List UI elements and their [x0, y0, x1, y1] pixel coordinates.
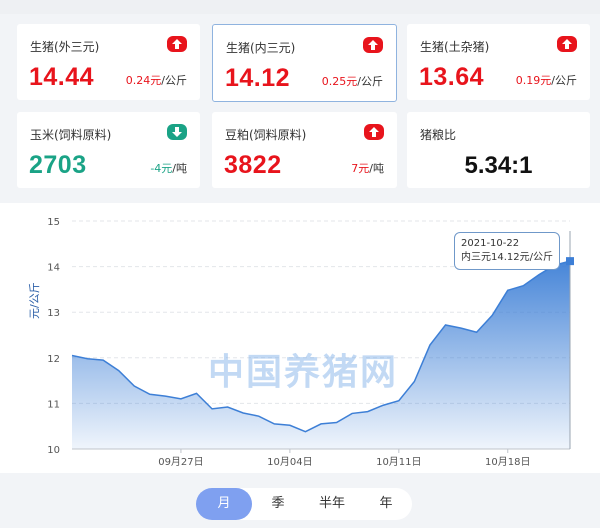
change-amount: 7元	[351, 162, 370, 175]
card-label: 生猪(内三元)	[226, 41, 296, 55]
arrow-down-icon	[167, 124, 187, 140]
y-tick-label: 12	[47, 354, 60, 365]
x-tick-label: 09月27日	[158, 456, 203, 468]
highlight-point	[566, 257, 574, 266]
x-tick-label: 10月11日	[376, 456, 421, 468]
period-halfyear-button[interactable]: 半年	[304, 488, 360, 520]
change-amount: 0.25元	[321, 75, 358, 88]
price-card-tuzazhu[interactable]: 生猪(土杂猪) 13.64 0.19元/公斤	[407, 24, 590, 100]
chart-tooltip: 2021-10-22 内三元14.12元/公斤	[454, 232, 560, 270]
change-unit: /吨	[369, 162, 384, 175]
change-unit: /公斤	[357, 75, 383, 88]
period-month-button[interactable]: 月	[196, 488, 252, 520]
period-year-button[interactable]: 年	[360, 488, 412, 520]
top-strip	[0, 0, 600, 14]
card-label: 豆粕(饲料原料)	[225, 128, 307, 142]
period-quarter-button[interactable]: 季	[252, 488, 304, 520]
arrow-up-icon	[557, 36, 577, 52]
y-tick-label: 15	[47, 217, 60, 228]
change-unit: /公斤	[551, 74, 577, 87]
change-unit: /公斤	[161, 74, 187, 87]
y-tick-label: 11	[47, 399, 60, 410]
x-tick-label: 10月18日	[485, 456, 530, 468]
change-unit: /吨	[172, 162, 187, 175]
tooltip-text: 内三元14.12元/公斤	[461, 252, 553, 263]
y-tick-label: 14	[47, 263, 60, 274]
y-tick-label: 13	[47, 308, 60, 319]
card-change: 0.25元/公斤	[322, 73, 383, 89]
card-change: -4元/吨	[150, 160, 187, 176]
price-card-waisanyuan[interactable]: 生猪(外三元) 14.44 0.24元/公斤	[17, 24, 200, 100]
price-card-soymeal[interactable]: 豆粕(饲料原料) 3822 7元/吨	[212, 112, 397, 188]
y-axis-label: 元/公斤	[28, 282, 41, 319]
card-value: 5.34:1	[464, 152, 533, 179]
x-tick-label: 10月04日	[267, 456, 312, 468]
card-value: 3822	[224, 151, 282, 179]
card-label: 猪粮比	[420, 128, 457, 142]
card-value: 2703	[29, 151, 87, 179]
change-amount: 0.24元	[125, 74, 162, 87]
card-value: 14.12	[225, 64, 291, 92]
watermark: 中国养猪网	[208, 352, 399, 393]
arrow-up-icon	[363, 37, 383, 53]
card-change: 0.19元/公斤	[516, 72, 577, 88]
card-value: 14.44	[29, 63, 95, 91]
arrow-up-icon	[167, 36, 187, 52]
change-amount: 0.19元	[515, 74, 552, 87]
period-selector: 月 季 半年 年	[196, 488, 412, 520]
price-card-corn[interactable]: 玉米(饲料原料) 2703 -4元/吨	[17, 112, 200, 188]
y-tick-label: 10	[47, 445, 60, 456]
price-chart[interactable]: 10 11 12 13 14 15 09月27日 10月04日 10月11日 10月18日 元/公…	[0, 203, 600, 473]
price-card-pig-grain-ratio[interactable]: 猪粮比 5.34:1	[407, 112, 590, 188]
tooltip-date: 2021-10-22	[461, 238, 520, 249]
card-label: 生猪(外三元)	[30, 40, 100, 54]
card-change: 0.24元/公斤	[126, 72, 187, 88]
card-label: 玉米(饲料原料)	[30, 128, 112, 142]
change-amount: -4元	[150, 162, 173, 175]
card-label: 生猪(土杂猪)	[420, 40, 490, 54]
arrow-up-icon	[364, 124, 384, 140]
price-card-neisanyuan[interactable]: 生猪(内三元) 14.12 0.25元/公斤	[212, 24, 397, 102]
card-change: 7元/吨	[351, 160, 384, 176]
card-value: 13.64	[419, 63, 485, 91]
